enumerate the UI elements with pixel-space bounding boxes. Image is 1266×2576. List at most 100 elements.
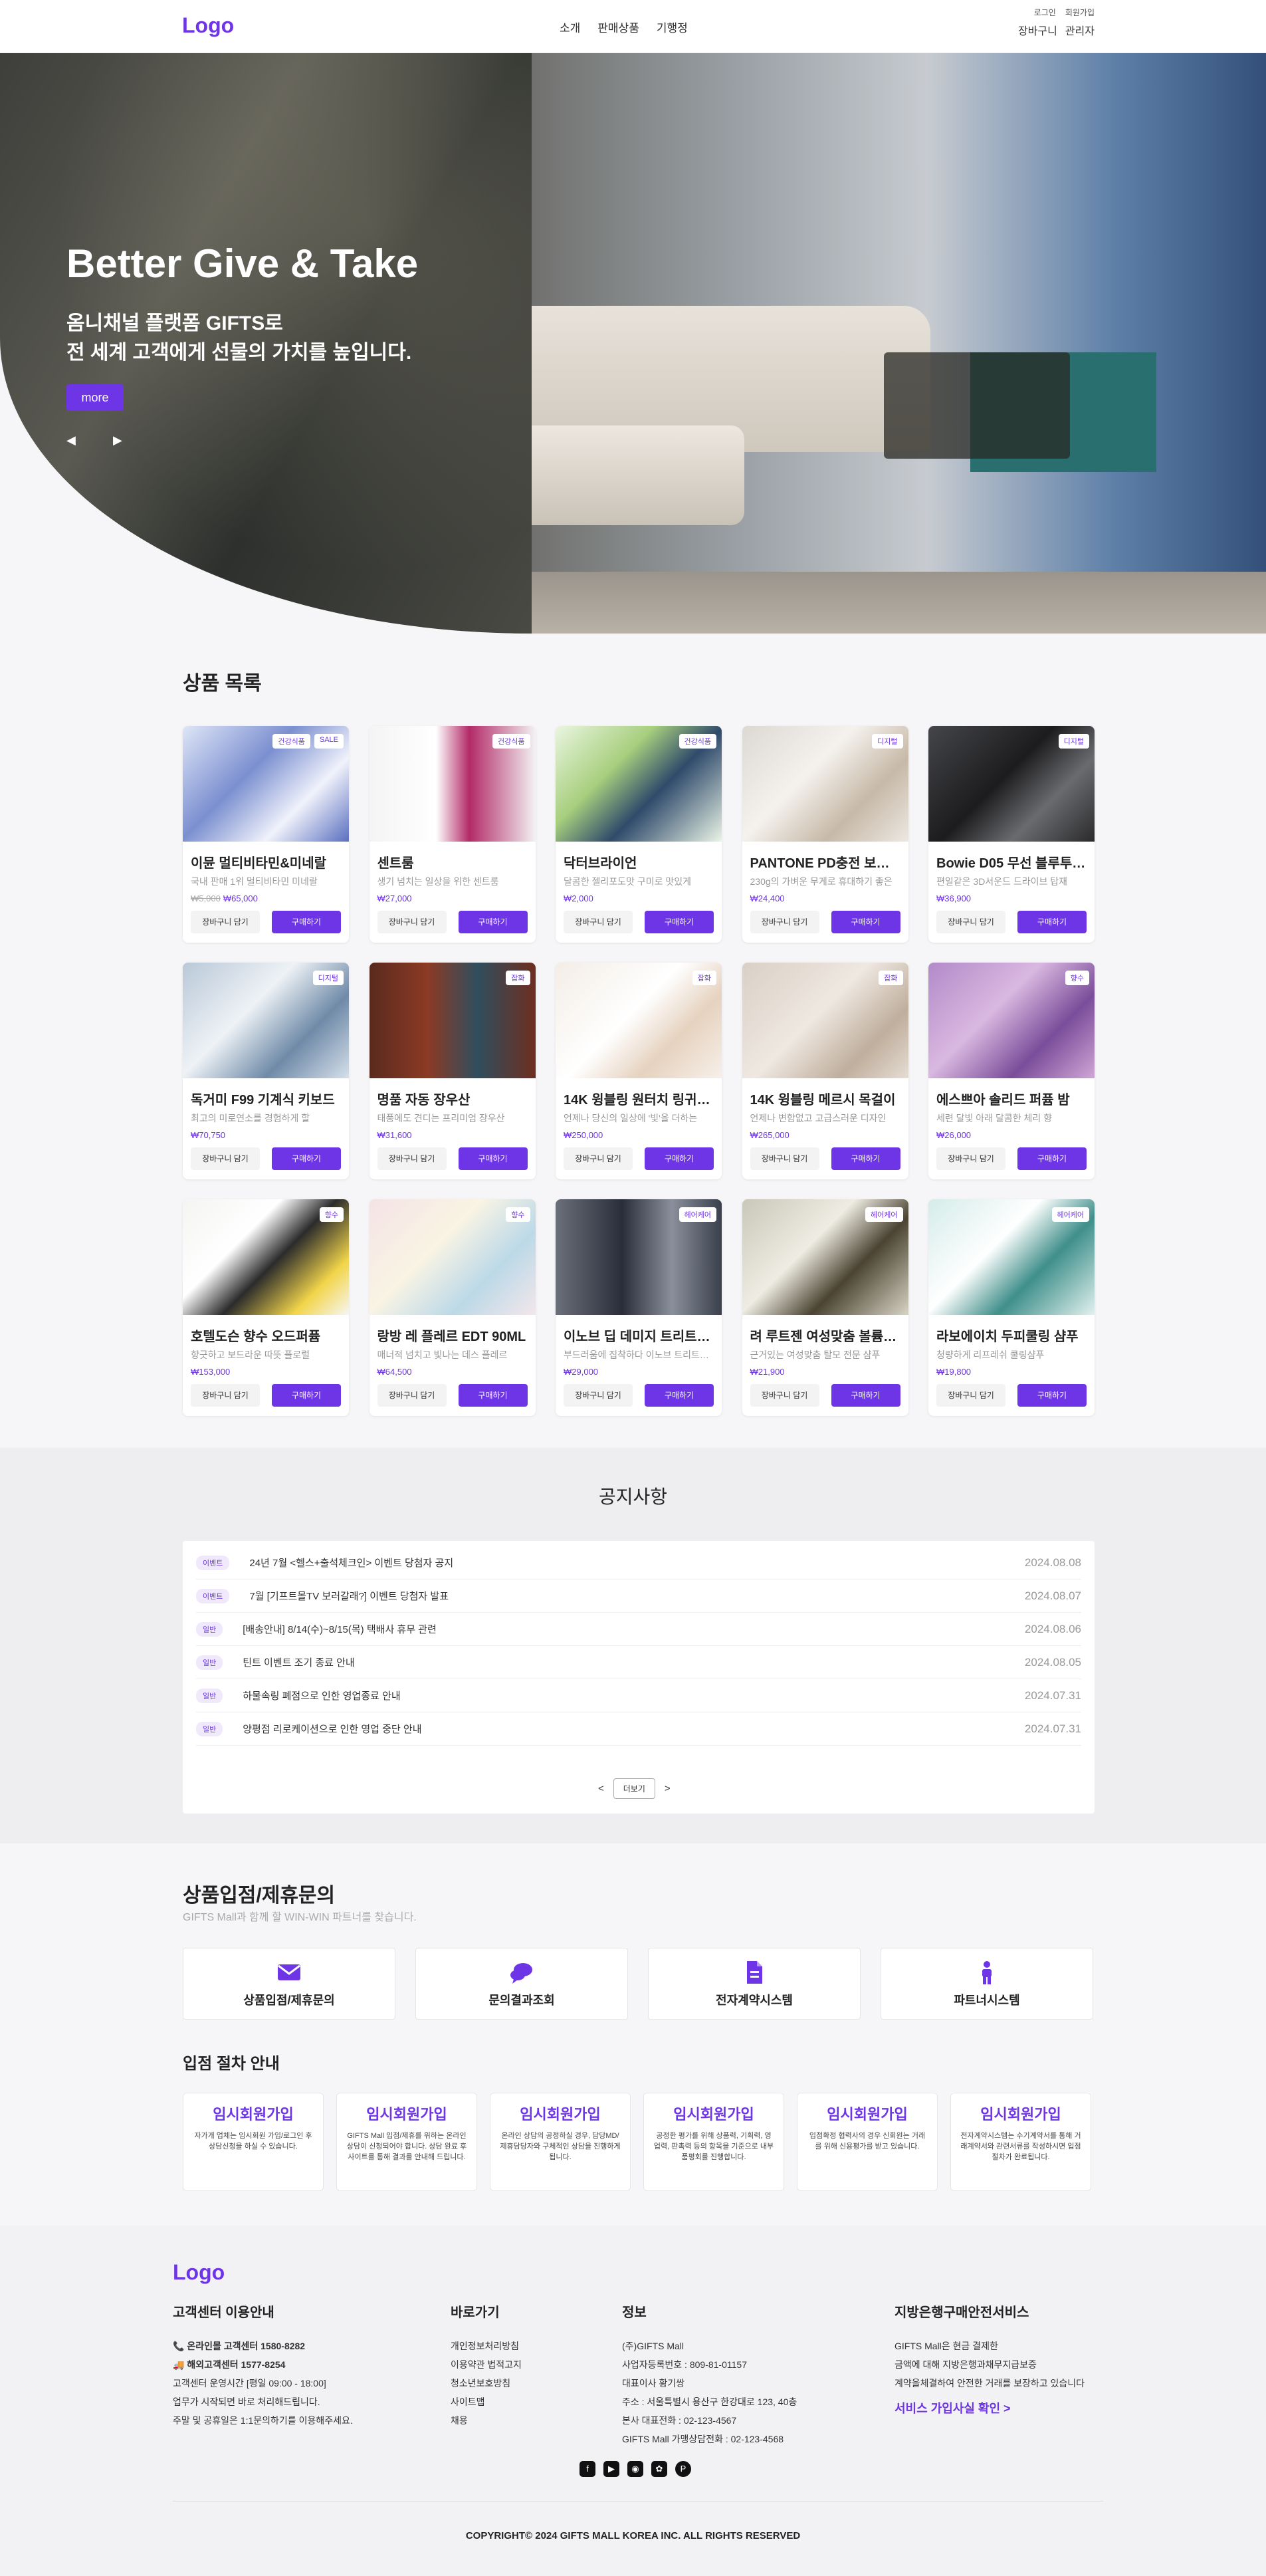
product-name[interactable]: 호텔도슨 향수 오드퍼퓸: [191, 1326, 341, 1345]
buy-now-button[interactable]: 구매하기: [831, 1384, 900, 1407]
nav-item-products[interactable]: 판매상품: [597, 19, 639, 35]
footer-link-terms[interactable]: 이용약관 법적고지: [451, 2359, 522, 2370]
notice-title-text[interactable]: 틴트 이벤트 조기 종료 안내: [243, 1655, 1025, 1669]
product-image[interactable]: 잡화: [369, 963, 536, 1078]
notice-row[interactable]: 일반 양평점 리로케이션으로 인한 영업 중단 안내 2024.07.31: [196, 1712, 1081, 1746]
footer-link-careers[interactable]: 채용: [451, 2415, 468, 2426]
product-name[interactable]: PANTONE PD충전 보조배터리: [750, 852, 900, 872]
product-image[interactable]: 헤어케어: [742, 1199, 908, 1315]
product-image[interactable]: 헤어케어: [928, 1199, 1095, 1315]
notice-row[interactable]: 이벤트 7월 [기프트몰TV 보러갈래?] 이벤트 당첨자 발표 2024.08…: [196, 1580, 1081, 1613]
inquiry-card-contract[interactable]: 전자계약시스템: [648, 1948, 861, 2020]
signup-link[interactable]: 회원가입: [1065, 7, 1095, 18]
notice-more-button[interactable]: 더보기: [613, 1778, 655, 1799]
notice-title-text[interactable]: 7월 [기프트몰TV 보러갈래?] 이벤트 당첨자 발표: [249, 1589, 1025, 1603]
add-to-cart-button[interactable]: 장바구니 담기: [377, 911, 447, 933]
add-to-cart-button[interactable]: 장바구니 담기: [750, 911, 819, 933]
buy-now-button[interactable]: 구매하기: [1017, 911, 1087, 933]
add-to-cart-button[interactable]: 장바구니 담기: [377, 1384, 447, 1407]
product-image[interactable]: 디지털: [742, 726, 908, 842]
product-name[interactable]: 라보에이치 두피쿨링 샴푸: [936, 1326, 1087, 1345]
footer-link-youth[interactable]: 청소년보호방침: [451, 2378, 510, 2389]
product-card[interactable]: 헤어케어 려 루트젠 여성맞춤 볼륨 샴푸 근거있는 여성맞춤 탈모 전문 샴푸…: [742, 1199, 908, 1416]
product-card[interactable]: 디지털 독거미 F99 기계식 키보드 최고의 미로연소를 경험하게 할 ₩70…: [183, 963, 349, 1179]
inquiry-card-partnership[interactable]: 상품입점/제휴문의: [183, 1948, 395, 2020]
product-card[interactable]: 건강식품 센트룸 생기 넘치는 일상을 위한 센트룸 ₩27,000 장바구니 …: [369, 726, 536, 943]
hero-next-icon[interactable]: ▶: [113, 433, 125, 447]
product-card[interactable]: 헤어케어 라보에이치 두피쿨링 샴푸 청량하게 리프레쉬 쿨링샴푸 ₩19,80…: [928, 1199, 1095, 1416]
product-image[interactable]: 건강식품: [556, 726, 722, 842]
product-name[interactable]: 이뮨 멀티비타민&미네랄: [191, 852, 341, 872]
product-name[interactable]: 랑방 레 플레르 EDT 90ML: [377, 1326, 528, 1345]
hero-prev-icon[interactable]: ◀: [66, 433, 78, 447]
instagram-icon[interactable]: ◉: [627, 2461, 643, 2477]
product-name[interactable]: 독거미 F99 기계식 키보드: [191, 1089, 341, 1108]
product-name[interactable]: 에스쁘아 솔리드 퍼퓸 밤: [936, 1089, 1087, 1108]
product-image[interactable]: 디지털: [928, 726, 1095, 842]
buy-now-button[interactable]: 구매하기: [831, 1147, 900, 1170]
product-image[interactable]: 건강식품 SALE: [183, 726, 349, 842]
add-to-cart-button[interactable]: 장바구니 담기: [750, 1147, 819, 1170]
logo[interactable]: Logo: [182, 13, 234, 38]
footer-link-privacy[interactable]: 개인정보처리방침: [451, 2341, 519, 2351]
product-card[interactable]: 헤어케어 이노브 딥 데미지 트리트먼트 부드러움에 집착하다 이노브 트리트먼…: [556, 1199, 722, 1416]
product-card[interactable]: 향수 랑방 레 플레르 EDT 90ML 매너적 넘치고 빛나는 데스 플레르 …: [369, 1199, 536, 1416]
product-image[interactable]: 잡화: [742, 963, 908, 1078]
buy-now-button[interactable]: 구매하기: [272, 911, 341, 933]
buy-now-button[interactable]: 구매하기: [1017, 1384, 1087, 1407]
add-to-cart-button[interactable]: 장바구니 담기: [564, 1384, 633, 1407]
product-card[interactable]: 디지털 Bowie D05 무선 블루투스 헤드폰 편일같은 3D서운드 드라이…: [928, 726, 1095, 943]
product-name[interactable]: 14K 윙블링 메르시 목걸이: [750, 1089, 900, 1108]
add-to-cart-button[interactable]: 장바구니 담기: [377, 1147, 447, 1170]
add-to-cart-button[interactable]: 장바구니 담기: [564, 911, 633, 933]
escrow-check-link[interactable]: 서비스 가입사실 확인 >: [895, 2399, 1085, 2418]
facebook-icon[interactable]: f: [580, 2461, 595, 2477]
product-image[interactable]: 헤어케어: [556, 1199, 722, 1315]
add-to-cart-button[interactable]: 장바구니 담기: [936, 1384, 1005, 1407]
youtube-icon[interactable]: ▶: [603, 2461, 619, 2477]
product-image[interactable]: 향수: [928, 963, 1095, 1078]
product-image[interactable]: 건강식품: [369, 726, 536, 842]
add-to-cart-button[interactable]: 장바구니 담기: [936, 1147, 1005, 1170]
inquiry-card-result[interactable]: 문의결과조회: [415, 1948, 628, 2020]
product-name[interactable]: 닥터브라이언: [564, 852, 714, 872]
product-card[interactable]: 잡화 14K 윙블링 원터치 링귀걸이 언제나 당신의 일상에 '빛'을 더하는…: [556, 963, 722, 1179]
notice-title-text[interactable]: 24년 7월 <헬스+출석체크인> 이벤트 당첨자 공지: [249, 1556, 1025, 1570]
product-name[interactable]: 명품 자동 장우산: [377, 1089, 528, 1108]
product-image[interactable]: 디지털: [183, 963, 349, 1078]
add-to-cart-button[interactable]: 장바구니 담기: [750, 1384, 819, 1407]
buy-now-button[interactable]: 구매하기: [458, 1384, 528, 1407]
pager-next[interactable]: >: [665, 1783, 671, 1794]
product-card[interactable]: 잡화 명품 자동 장우산 태풍에도 견디는 프리미엄 장우산 ₩31,600 장…: [369, 963, 536, 1179]
product-card[interactable]: 건강식품 SALE 이뮨 멀티비타민&미네랄 국내 판매 1위 멀티비타민 미네랄…: [183, 726, 349, 943]
add-to-cart-button[interactable]: 장바구니 담기: [564, 1147, 633, 1170]
buy-now-button[interactable]: 구매하기: [831, 911, 900, 933]
notice-title-text[interactable]: 하물속링 폐점으로 인한 영업종료 안내: [243, 1689, 1025, 1702]
notice-row[interactable]: 일반 틴트 이벤트 조기 종료 안내 2024.08.05: [196, 1646, 1081, 1679]
login-link[interactable]: 로그인: [1034, 7, 1056, 18]
notice-title-text[interactable]: 양평점 리로케이션으로 인한 영업 중단 안내: [243, 1722, 1025, 1736]
pinterest-icon[interactable]: P: [675, 2461, 691, 2477]
nav-item-admin[interactable]: 기행정: [657, 19, 688, 35]
hero-more-button[interactable]: more: [66, 384, 124, 411]
admin-link[interactable]: 관리자: [1065, 22, 1095, 38]
notice-title-text[interactable]: [배송안내] 8/14(수)~8/15(목) 택배사 휴무 관련: [243, 1622, 1025, 1636]
buy-now-button[interactable]: 구매하기: [458, 1147, 528, 1170]
pager-prev[interactable]: <: [598, 1783, 604, 1794]
add-to-cart-button[interactable]: 장바구니 담기: [191, 1384, 260, 1407]
buy-now-button[interactable]: 구매하기: [645, 911, 714, 933]
product-name[interactable]: 이노브 딥 데미지 트리트먼트: [564, 1326, 714, 1345]
add-to-cart-button[interactable]: 장바구니 담기: [936, 911, 1005, 933]
blog-icon[interactable]: ✿: [651, 2461, 667, 2477]
cart-link[interactable]: 장바구니: [1018, 22, 1057, 38]
buy-now-button[interactable]: 구매하기: [272, 1147, 341, 1170]
notice-row[interactable]: 일반 [배송안내] 8/14(수)~8/15(목) 택배사 휴무 관련 2024…: [196, 1613, 1081, 1646]
product-card[interactable]: 향수 호텔도슨 향수 오드퍼퓸 향긋하고 보드라운 따뜻 플로럴 ₩153,00…: [183, 1199, 349, 1416]
product-image[interactable]: 잡화: [556, 963, 722, 1078]
product-card[interactable]: 디지털 PANTONE PD충전 보조배터리 230g의 가벼운 무게로 휴대하…: [742, 726, 908, 943]
add-to-cart-button[interactable]: 장바구니 담기: [191, 1147, 260, 1170]
product-name[interactable]: 려 루트젠 여성맞춤 볼륨 샴푸: [750, 1326, 900, 1345]
product-name[interactable]: 센트룸: [377, 852, 528, 872]
product-image[interactable]: 향수: [369, 1199, 536, 1315]
buy-now-button[interactable]: 구매하기: [645, 1384, 714, 1407]
